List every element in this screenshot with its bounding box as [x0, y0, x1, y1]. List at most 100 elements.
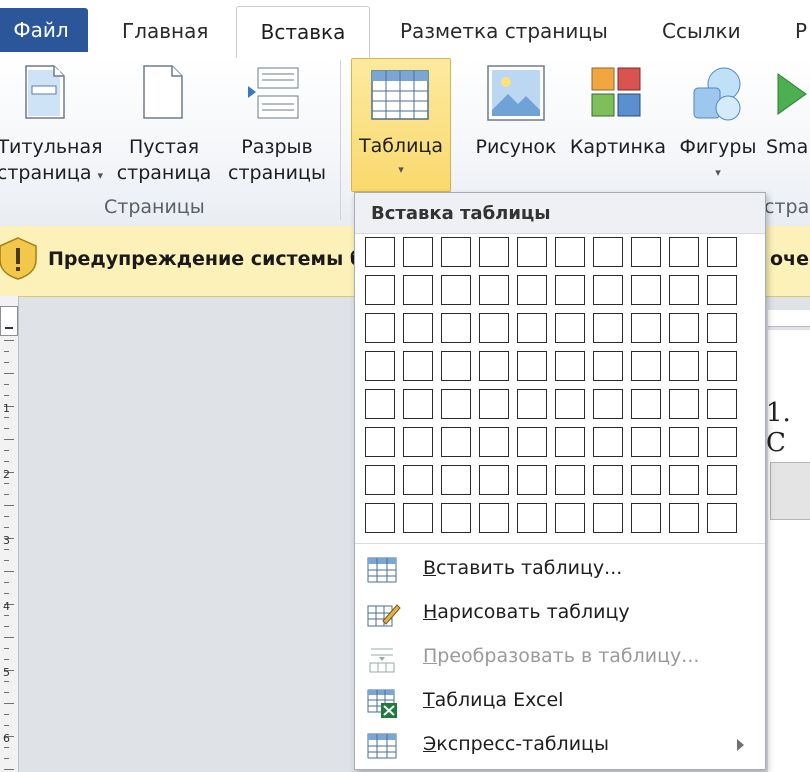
grid-cell[interactable]	[403, 503, 433, 533]
grid-cell[interactable]	[403, 389, 433, 419]
grid-cell[interactable]	[517, 465, 547, 495]
grid-cell[interactable]	[441, 427, 471, 457]
grid-cell[interactable]	[631, 275, 661, 305]
grid-cell[interactable]	[479, 237, 509, 267]
grid-cell[interactable]	[669, 275, 699, 305]
grid-cell[interactable]	[593, 389, 623, 419]
grid-cell[interactable]	[479, 313, 509, 343]
page-break-button[interactable]: Разрыв страницы	[222, 56, 332, 196]
grid-cell[interactable]	[479, 503, 509, 533]
grid-cell[interactable]	[555, 389, 585, 419]
grid-cell[interactable]	[593, 351, 623, 381]
grid-cell[interactable]	[555, 351, 585, 381]
grid-cell[interactable]	[517, 351, 547, 381]
smartart-button[interactable]: Sma	[766, 56, 810, 196]
grid-cell[interactable]	[365, 313, 395, 343]
grid-cell[interactable]	[403, 237, 433, 267]
tab-page-layout[interactable]: Разметка страницы	[400, 8, 608, 54]
shapes-button[interactable]: Фигуры ▾	[674, 56, 762, 196]
grid-cell[interactable]	[631, 351, 661, 381]
menu-item-convert-to-table[interactable]: Преобразовать в таблицу...	[355, 637, 765, 679]
blank-page-button[interactable]: Пустая страница	[112, 56, 216, 196]
grid-cell[interactable]	[403, 465, 433, 495]
grid-cell[interactable]	[479, 275, 509, 305]
grid-cell[interactable]	[555, 465, 585, 495]
grid-cell[interactable]	[555, 427, 585, 457]
grid-cell[interactable]	[365, 275, 395, 305]
tab-next[interactable]: Р	[795, 8, 807, 54]
grid-cell[interactable]	[517, 503, 547, 533]
grid-cell[interactable]	[479, 427, 509, 457]
grid-cell[interactable]	[403, 275, 433, 305]
grid-cell[interactable]	[707, 389, 737, 419]
document-page[interactable]	[768, 330, 810, 772]
menu-item-quick-tables[interactable]: Экспресс-таблицы	[355, 725, 765, 767]
tab-insert[interactable]: Вставка	[236, 6, 370, 58]
tab-references[interactable]: Ссылки	[662, 8, 741, 54]
grid-cell[interactable]	[707, 351, 737, 381]
grid-cell[interactable]	[669, 313, 699, 343]
grid-cell[interactable]	[441, 275, 471, 305]
grid-cell[interactable]	[669, 237, 699, 267]
grid-cell[interactable]	[555, 275, 585, 305]
grid-cell[interactable]	[707, 313, 737, 343]
grid-cell[interactable]	[593, 427, 623, 457]
grid-cell[interactable]	[631, 389, 661, 419]
grid-cell[interactable]	[707, 237, 737, 267]
grid-cell[interactable]	[517, 313, 547, 343]
grid-cell[interactable]	[479, 465, 509, 495]
tab-file[interactable]: Файл	[0, 8, 88, 52]
grid-cell[interactable]	[631, 237, 661, 267]
grid-cell[interactable]	[593, 503, 623, 533]
grid-cell[interactable]	[669, 389, 699, 419]
grid-cell[interactable]	[441, 237, 471, 267]
clipart-button[interactable]: Картинка	[566, 56, 670, 196]
grid-cell[interactable]	[669, 503, 699, 533]
grid-cell[interactable]	[669, 427, 699, 457]
grid-cell[interactable]	[441, 313, 471, 343]
grid-cell[interactable]	[555, 237, 585, 267]
grid-cell[interactable]	[441, 465, 471, 495]
grid-cell[interactable]	[403, 427, 433, 457]
menu-item-draw-table[interactable]: Нарисовать таблицу	[355, 593, 765, 635]
grid-cell[interactable]	[631, 313, 661, 343]
grid-cell[interactable]	[365, 389, 395, 419]
grid-cell[interactable]	[479, 389, 509, 419]
grid-cell[interactable]	[707, 427, 737, 457]
grid-cell[interactable]	[365, 427, 395, 457]
grid-cell[interactable]	[403, 351, 433, 381]
menu-item-insert-table[interactable]: Вставить таблицу...	[355, 549, 765, 591]
picture-button[interactable]: Рисунок	[470, 56, 562, 196]
grid-cell[interactable]	[669, 465, 699, 495]
grid-cell[interactable]	[517, 275, 547, 305]
grid-cell[interactable]	[707, 503, 737, 533]
grid-cell[interactable]	[555, 503, 585, 533]
menu-item-excel-table[interactable]: Таблица Excel	[355, 681, 765, 723]
grid-cell[interactable]	[517, 237, 547, 267]
cover-page-button[interactable]: Титульная страница ▾	[0, 56, 110, 196]
grid-cell[interactable]	[707, 275, 737, 305]
grid-cell[interactable]	[365, 351, 395, 381]
tab-home[interactable]: Главная	[122, 8, 208, 54]
grid-cell[interactable]	[517, 427, 547, 457]
grid-cell[interactable]	[593, 313, 623, 343]
grid-cell[interactable]	[365, 237, 395, 267]
grid-cell[interactable]	[441, 351, 471, 381]
grid-cell[interactable]	[631, 503, 661, 533]
grid-cell[interactable]	[593, 237, 623, 267]
grid-cell[interactable]	[441, 389, 471, 419]
grid-cell[interactable]	[669, 351, 699, 381]
grid-cell[interactable]	[365, 503, 395, 533]
grid-cell[interactable]	[593, 465, 623, 495]
grid-cell[interactable]	[517, 389, 547, 419]
grid-cell[interactable]	[593, 275, 623, 305]
grid-cell[interactable]	[441, 503, 471, 533]
grid-cell[interactable]	[555, 313, 585, 343]
grid-cell[interactable]	[631, 427, 661, 457]
grid-cell[interactable]	[631, 465, 661, 495]
grid-cell[interactable]	[479, 351, 509, 381]
grid-cell[interactable]	[707, 465, 737, 495]
grid-cell[interactable]	[403, 313, 433, 343]
grid-cell[interactable]	[365, 465, 395, 495]
tab-selector[interactable]	[0, 306, 18, 336]
